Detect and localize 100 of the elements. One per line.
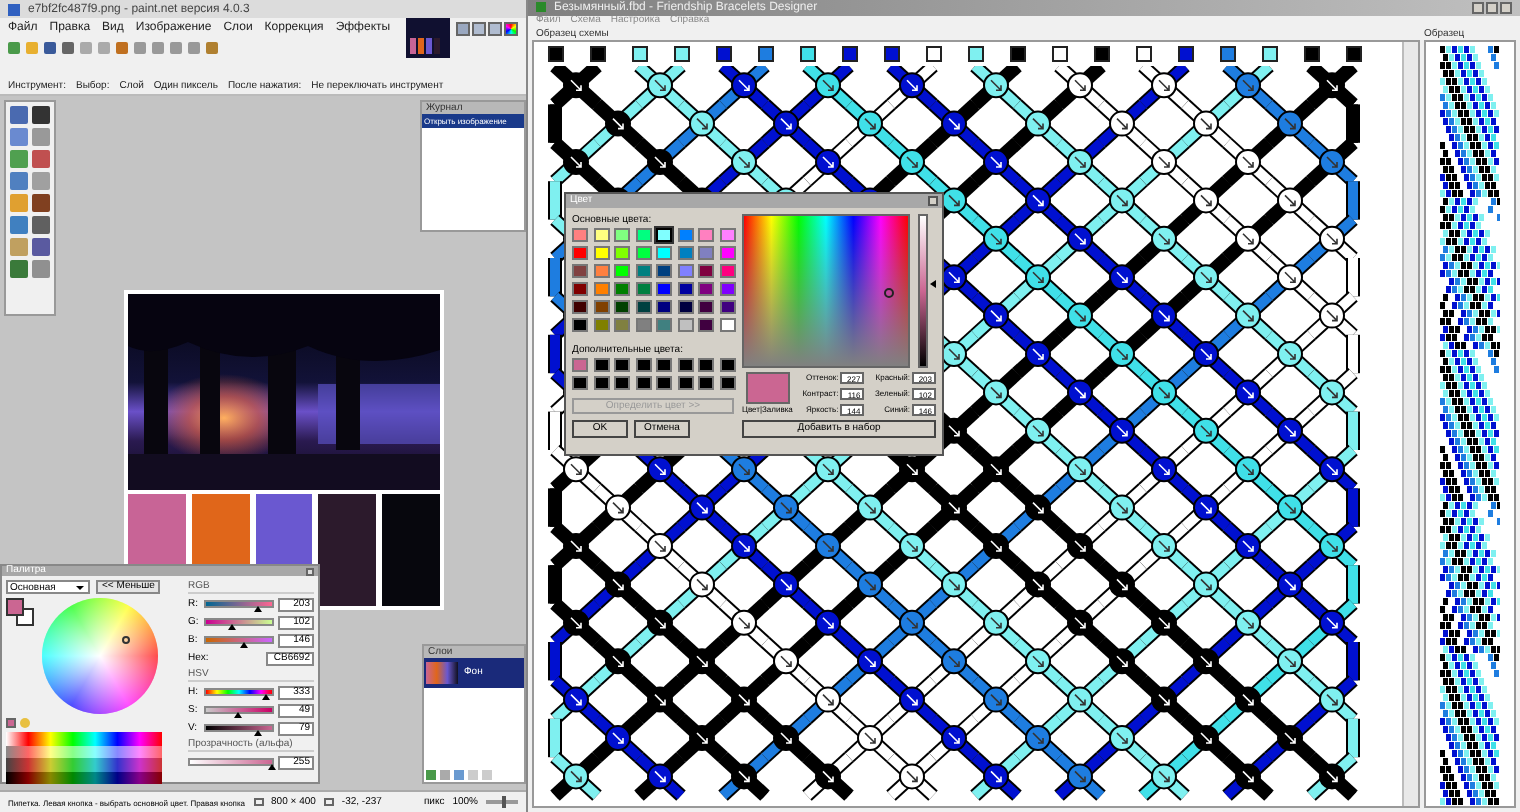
color-swatch[interactable]: [719, 300, 735, 314]
string-color-swatch[interactable]: [1303, 46, 1319, 62]
color-swatch-icon[interactable]: [6, 718, 16, 728]
string-color-swatch[interactable]: [631, 46, 647, 62]
color-swatch[interactable]: [719, 376, 735, 390]
scrollbar[interactable]: [1402, 42, 1418, 806]
string-color-swatch[interactable]: [1177, 46, 1193, 62]
color-swatch[interactable]: [656, 318, 672, 332]
color-swatch[interactable]: [635, 282, 651, 296]
color-swatch[interactable]: [719, 318, 735, 332]
slider-thumb[interactable]: [239, 642, 248, 648]
color-swatch[interactable]: [593, 264, 609, 278]
color-swatch[interactable]: [572, 376, 588, 390]
color-swatch[interactable]: [635, 358, 651, 372]
minimize-icon[interactable]: [1472, 1, 1484, 14]
slider-track[interactable]: [204, 724, 274, 732]
color-swatch[interactable]: [593, 282, 609, 296]
color-swatch[interactable]: [677, 358, 693, 372]
slider-thumb[interactable]: [262, 694, 271, 700]
string-color-swatch[interactable]: [1261, 46, 1277, 62]
color-swatch[interactable]: [677, 300, 693, 314]
color-swatch[interactable]: [614, 358, 630, 372]
color-swatch[interactable]: [593, 300, 609, 314]
close-icon[interactable]: [306, 567, 314, 575]
color-swatch[interactable]: [614, 228, 630, 242]
color-spectrum[interactable]: [742, 214, 910, 368]
color-swatch[interactable]: [698, 228, 714, 242]
color-swatch[interactable]: [698, 300, 714, 314]
color-swatch[interactable]: [614, 300, 630, 314]
string-color-swatch[interactable]: [1219, 46, 1235, 62]
string-color-swatch[interactable]: [883, 46, 899, 62]
color-swatch[interactable]: [614, 264, 630, 278]
color-swatch[interactable]: [656, 300, 672, 314]
color-swatch[interactable]: [635, 318, 651, 332]
string-color-swatch[interactable]: [799, 46, 815, 62]
slider-thumb[interactable]: [254, 606, 263, 612]
slider-thumb[interactable]: [234, 712, 243, 718]
close-icon[interactable]: [928, 196, 938, 206]
slider-track[interactable]: [188, 758, 274, 766]
palette-strip[interactable]: [6, 732, 162, 784]
color-swatch[interactable]: [572, 228, 588, 242]
string-color-swatch[interactable]: [715, 46, 731, 62]
string-color-swatch[interactable]: [547, 46, 563, 62]
tools-toggle-icon[interactable]: [456, 22, 470, 36]
color-swatch[interactable]: [593, 376, 609, 390]
color-swatch[interactable]: [656, 228, 672, 242]
color-swatch[interactable]: [677, 318, 693, 332]
slider-thumb[interactable]: [930, 279, 936, 288]
color-swatch[interactable]: [635, 246, 651, 260]
primary-color-swatch[interactable]: [6, 598, 24, 616]
history-toggle-icon[interactable]: [472, 22, 486, 36]
color-swatch[interactable]: [677, 376, 693, 390]
color-swatch[interactable]: [572, 300, 588, 314]
color-swatch[interactable]: [614, 376, 630, 390]
color-swatch[interactable]: [614, 282, 630, 296]
color-swatch[interactable]: [572, 264, 588, 278]
string-color-swatch[interactable]: [757, 46, 773, 62]
close-icon[interactable]: [1500, 1, 1512, 14]
string-color-swatch[interactable]: [1093, 46, 1109, 62]
slider-track[interactable]: [204, 636, 274, 644]
color-swatch[interactable]: [719, 246, 735, 260]
color-swatch[interactable]: [677, 228, 693, 242]
color-swatch[interactable]: [719, 228, 735, 242]
color-swatch[interactable]: [656, 358, 672, 372]
string-color-swatch[interactable]: [589, 46, 605, 62]
slider-track[interactable]: [204, 688, 274, 696]
color-swatch[interactable]: [677, 246, 693, 260]
color-swatch[interactable]: [656, 282, 672, 296]
slider-track[interactable]: [204, 618, 274, 626]
colors-toggle-icon[interactable]: [504, 22, 518, 36]
color-swatch[interactable]: [656, 376, 672, 390]
color-swatch[interactable]: [698, 282, 714, 296]
color-swatch[interactable]: [677, 282, 693, 296]
color-swatch[interactable]: [656, 264, 672, 278]
string-color-swatch[interactable]: [1135, 46, 1151, 62]
color-swatch[interactable]: [698, 264, 714, 278]
slider-thumb[interactable]: [254, 730, 263, 736]
color-swatch[interactable]: [635, 264, 651, 278]
color-swatch[interactable]: [635, 300, 651, 314]
color-swatch[interactable]: [698, 358, 714, 372]
color-swatch[interactable]: [698, 376, 714, 390]
slider-thumb[interactable]: [501, 796, 506, 808]
color-swatch[interactable]: [614, 318, 630, 332]
slider-track[interactable]: [204, 706, 274, 714]
color-swatch[interactable]: [698, 318, 714, 332]
string-color-swatch[interactable]: [925, 46, 941, 62]
color-swatch[interactable]: [719, 358, 735, 372]
color-swatch[interactable]: [719, 264, 735, 278]
slider-track[interactable]: [204, 600, 274, 608]
color-swatch[interactable]: [635, 228, 651, 242]
color-swatch[interactable]: [614, 246, 630, 260]
color-swatch[interactable]: [572, 358, 588, 372]
string-color-swatch[interactable]: [1051, 46, 1067, 62]
maximize-icon[interactable]: [1486, 1, 1498, 14]
color-swatch[interactable]: [572, 246, 588, 260]
color-swatch[interactable]: [593, 246, 609, 260]
color-swatch[interactable]: [698, 246, 714, 260]
string-color-swatch[interactable]: [673, 46, 689, 62]
slider-thumb[interactable]: [228, 624, 237, 630]
color-swatch[interactable]: [593, 358, 609, 372]
